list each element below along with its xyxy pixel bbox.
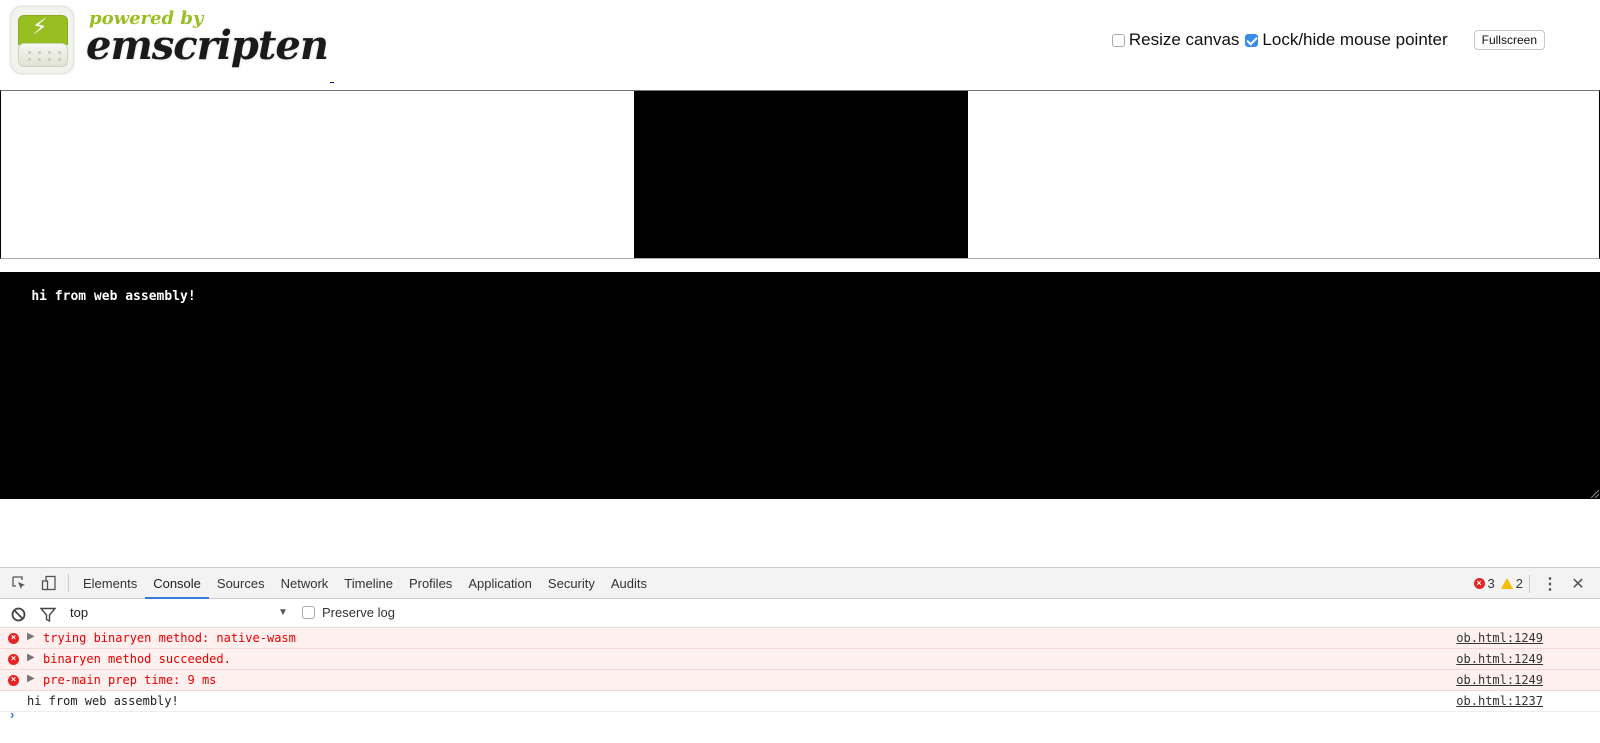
context-dropdown-arrow-icon[interactable]: ▼ xyxy=(278,607,288,618)
resize-canvas-label: Resize canvas xyxy=(1128,30,1240,49)
console-message[interactable]: × ▶ pre-main prep time: 9 ms ob.html:124… xyxy=(0,670,1600,691)
console-message[interactable]: × ▶ trying binaryen method: native-wasm … xyxy=(0,628,1600,649)
tab-elements[interactable]: Elements xyxy=(75,568,145,599)
tab-sources[interactable]: Sources xyxy=(209,568,273,599)
output-textarea[interactable]: hi from web assembly! xyxy=(0,272,1600,499)
emscripten-wordmark: emscripten xyxy=(86,22,329,69)
warning-count-icon[interactable] xyxy=(1500,578,1513,589)
console-message[interactable]: hi from web assembly! ob.html:1237 xyxy=(0,691,1600,712)
preserve-log-option[interactable]: Preserve log xyxy=(302,605,395,620)
tab-console[interactable]: Console xyxy=(145,568,209,599)
device-toggle-icon[interactable] xyxy=(34,568,64,598)
more-options-icon[interactable]: ⋮ xyxy=(1540,569,1560,599)
hidden-link[interactable] xyxy=(330,82,334,83)
emscripten-logo-icon: ⚡ xyxy=(10,6,74,74)
message-source-link[interactable]: ob.html:1237 xyxy=(1456,694,1543,708)
error-count-icon[interactable]: × xyxy=(1473,578,1485,589)
devtools-panel: Elements Console Sources Network Timelin… xyxy=(0,567,1600,743)
devtools-toolbar: Elements Console Sources Network Timelin… xyxy=(0,568,1600,599)
canvas-controls: Resize canvas Lock/hide mouse pointer Fu… xyxy=(1111,30,1545,50)
tab-security[interactable]: Security xyxy=(540,568,603,599)
message-source-link[interactable]: ob.html:1249 xyxy=(1456,631,1543,645)
message-text: binaryen method succeeded. xyxy=(43,652,231,666)
message-text: trying binaryen method: native-wasm xyxy=(43,631,296,645)
error-count[interactable]: 3 xyxy=(1488,576,1495,591)
tab-audits[interactable]: Audits xyxy=(603,568,655,599)
status-divider xyxy=(1529,574,1530,593)
message-source-link[interactable]: ob.html:1249 xyxy=(1456,673,1543,687)
lock-pointer-label: Lock/hide mouse pointer xyxy=(1262,30,1448,49)
lightning-bolt-icon: ⚡ xyxy=(32,15,48,40)
devtools-status: × 3 2 ⋮ ✕ xyxy=(1473,568,1592,599)
canvas-black-rect xyxy=(634,91,968,258)
preserve-log-checkbox[interactable] xyxy=(302,606,315,619)
console-message[interactable]: × ▶ binaryen method succeeded. ob.html:1… xyxy=(0,649,1600,670)
close-devtools-icon[interactable]: ✕ xyxy=(1564,569,1592,599)
resize-canvas-option[interactable]: Resize canvas xyxy=(1111,30,1240,50)
warning-count[interactable]: 2 xyxy=(1516,576,1523,591)
message-text: pre-main prep time: 9 ms xyxy=(43,673,217,687)
tab-application[interactable]: Application xyxy=(460,568,540,599)
resize-handle[interactable] xyxy=(1591,490,1599,498)
output-text: hi from web assembly! xyxy=(31,289,196,304)
clear-console-icon[interactable] xyxy=(3,599,33,629)
page: ⚡ powered by emscripten Resize canvas Lo… xyxy=(0,0,1600,743)
expand-arrow-icon[interactable]: ▶ xyxy=(27,673,35,684)
lock-pointer-checkbox[interactable] xyxy=(1245,33,1259,47)
message-text: hi from web assembly! xyxy=(27,694,179,708)
tab-network[interactable]: Network xyxy=(273,568,337,599)
game-canvas[interactable] xyxy=(0,90,1600,259)
expand-arrow-icon[interactable]: ▶ xyxy=(27,652,35,663)
toolbar-divider xyxy=(68,574,69,592)
console-filter-bar: top ▼ Preserve log xyxy=(0,599,1600,628)
expand-arrow-icon[interactable]: ▶ xyxy=(27,631,35,642)
tab-profiles[interactable]: Profiles xyxy=(401,568,460,599)
context-selector[interactable]: top xyxy=(70,605,88,620)
emscripten-logo[interactable]: ⚡ powered by emscripten xyxy=(10,6,329,76)
console-prompt-icon[interactable]: › xyxy=(10,707,14,722)
resize-canvas-checkbox[interactable] xyxy=(1111,33,1125,47)
error-icon: × xyxy=(8,675,19,686)
filter-icon[interactable] xyxy=(33,599,63,629)
tab-timeline[interactable]: Timeline xyxy=(336,568,401,599)
inspect-element-icon[interactable] xyxy=(4,568,34,598)
message-source-link[interactable]: ob.html:1249 xyxy=(1456,652,1543,666)
error-icon: × xyxy=(8,654,19,665)
fullscreen-button[interactable]: Fullscreen xyxy=(1473,30,1545,50)
error-icon: × xyxy=(8,633,19,644)
lock-pointer-option[interactable]: Lock/hide mouse pointer xyxy=(1245,30,1448,50)
preserve-log-label: Preserve log xyxy=(322,605,395,620)
